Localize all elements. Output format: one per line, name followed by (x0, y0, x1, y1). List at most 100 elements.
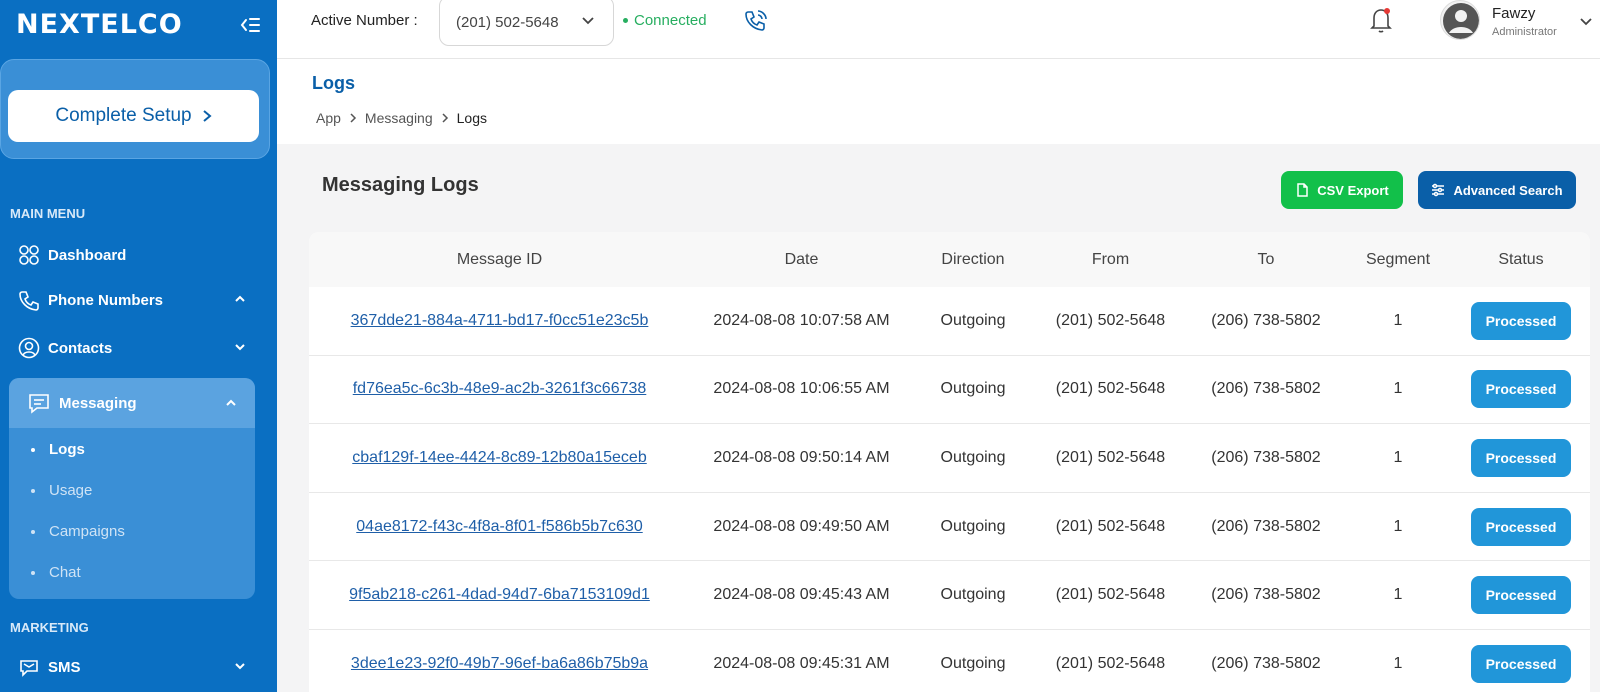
column-header-from[interactable]: From (1033, 251, 1188, 269)
chat-bubble-icon (29, 394, 49, 414)
table-row: 367dde21-884a-4711-bd17-f0cc51e23c5b 202… (309, 287, 1590, 356)
sidebar-item-messaging[interactable]: Messaging (9, 378, 255, 428)
segment-cell: 1 (1393, 380, 1403, 398)
user-name: Fawzy (1492, 5, 1536, 22)
table-row: 9f5ab218-c261-4dad-94d7-6ba7153109d1 202… (309, 561, 1590, 630)
status-badge: Processed (1471, 301, 1571, 340)
notification-bell-icon[interactable] (1369, 6, 1393, 34)
table-row: 04ae8172-f43c-4f8a-8f01-f586b5b7c630 202… (309, 493, 1590, 562)
date-cell: 2024-08-08 10:07:58 AM (713, 311, 890, 329)
message-id-link[interactable]: cbaf129f-14ee-4424-8c89-12b80a15eceb (352, 449, 646, 466)
file-icon (1297, 183, 1308, 197)
csv-export-label: CSV Export (1317, 182, 1389, 198)
date-cell: 2024-08-08 09:50:14 AM (713, 448, 890, 466)
direction-cell: Outgoing (940, 517, 1006, 535)
status-badge: Processed (1471, 370, 1571, 409)
sidebar-subitem-logs[interactable]: Logs (31, 441, 85, 458)
chevron-down-icon (235, 663, 245, 670)
message-id-link[interactable]: 367dde21-884a-4711-bd17-f0cc51e23c5b (351, 312, 649, 329)
breadcrumb-messaging[interactable]: Messaging (365, 110, 433, 126)
advanced-search-button[interactable]: Advanced Search (1418, 171, 1576, 209)
collapse-sidebar-icon[interactable] (240, 16, 260, 34)
from-cell: (201) 502-5648 (1055, 654, 1166, 672)
active-number-label: Active Number : (311, 12, 418, 29)
sidebar-subitem-usage[interactable]: Usage (31, 482, 92, 499)
sms-icon (20, 660, 38, 677)
breadcrumb-logs: Logs (456, 110, 487, 126)
direction-cell: Outgoing (940, 380, 1006, 398)
complete-setup-label: Complete Setup (55, 105, 192, 126)
from-cell: (201) 502-5648 (1055, 517, 1166, 535)
message-id-link[interactable]: 3dee1e23-92f0-49b7-96ef-ba6a86b75b9a (351, 655, 648, 672)
bullet-icon (31, 570, 35, 575)
sidebar-item-sms[interactable]: SMS (18, 652, 250, 682)
sidebar-item-dashboard[interactable]: Dashboard (18, 240, 250, 270)
chevron-right-icon (442, 113, 448, 123)
subitem-label: Campaigns (49, 523, 125, 540)
column-header-segment[interactable]: Segment (1344, 251, 1452, 269)
user-role: Administrator (1492, 26, 1557, 38)
bullet-icon (31, 529, 35, 534)
date-cell: 2024-08-08 10:06:55 AM (713, 380, 890, 398)
sidebar-item-label: SMS (48, 658, 81, 676)
subitem-label: Logs (49, 441, 85, 458)
segment-cell: 1 (1393, 448, 1403, 466)
logo-row: NEXTELCO (16, 10, 266, 40)
breadcrumb: App Messaging Logs (316, 110, 487, 126)
column-header-direction[interactable]: Direction (913, 251, 1033, 269)
logs-table: Message ID Date Direction From To Segmen… (309, 232, 1590, 692)
chevron-up-icon (226, 399, 236, 406)
connection-status-text: Connected (634, 12, 707, 29)
date-cell: 2024-08-08 09:45:31 AM (713, 654, 890, 672)
column-header-date[interactable]: Date (690, 251, 913, 269)
chevron-down-icon[interactable] (1579, 14, 1593, 28)
grid-icon (19, 245, 39, 265)
section-title: Messaging Logs (322, 174, 479, 196)
sidebar-item-label: Messaging (59, 394, 137, 412)
table-row: fd76ea5c-6c3b-48e9-ac2b-3261f3c66738 202… (309, 356, 1590, 425)
direction-cell: Outgoing (940, 311, 1006, 329)
status-badge: Processed (1471, 644, 1571, 683)
status-dot-icon (623, 18, 628, 23)
complete-setup-button[interactable]: Complete Setup (8, 90, 259, 142)
user-circle-icon (18, 337, 40, 359)
chevron-down-icon (235, 344, 245, 351)
top-bar: Active Number : (201) 502-5648 Connected… (277, 0, 1600, 59)
column-header-status[interactable]: Status (1452, 251, 1590, 269)
sidebar-subitem-chat[interactable]: Chat (31, 564, 81, 581)
phone-icon (19, 291, 39, 311)
from-cell: (201) 502-5648 (1055, 448, 1166, 466)
connection-status: Connected (623, 12, 707, 29)
sidebar: NEXTELCO Complete Setup MAIN MENU Dashbo… (0, 0, 277, 692)
date-cell: 2024-08-08 09:45:43 AM (713, 586, 890, 604)
chevron-right-icon (350, 113, 356, 123)
phone-call-icon[interactable] (743, 8, 769, 34)
to-cell: (206) 738-5802 (1211, 654, 1321, 672)
column-header-to[interactable]: To (1188, 251, 1344, 269)
table-row: 3dee1e23-92f0-49b7-96ef-ba6a86b75b9a 202… (309, 630, 1590, 692)
message-id-link[interactable]: 04ae8172-f43c-4f8a-8f01-f586b5b7c630 (356, 518, 642, 535)
to-cell: (206) 738-5802 (1211, 380, 1321, 398)
direction-cell: Outgoing (940, 654, 1006, 672)
message-id-link[interactable]: 9f5ab218-c261-4dad-94d7-6ba7153109d1 (349, 586, 650, 603)
breadcrumb-app[interactable]: App (316, 110, 341, 126)
page-title: Logs (312, 73, 355, 93)
sidebar-item-phone-numbers[interactable]: Phone Numbers (18, 285, 250, 315)
sidebar-subitem-campaigns[interactable]: Campaigns (31, 523, 125, 540)
sliders-icon (1432, 183, 1445, 197)
sidebar-item-contacts[interactable]: Contacts (18, 333, 250, 363)
column-header-message-id[interactable]: Message ID (309, 251, 690, 269)
from-cell: (201) 502-5648 (1055, 380, 1166, 398)
csv-export-button[interactable]: CSV Export (1281, 171, 1403, 209)
chevron-down-icon (582, 17, 594, 25)
advanced-search-label: Advanced Search (1453, 182, 1563, 198)
page-header: Logs App Messaging Logs (277, 59, 1600, 144)
active-number-select[interactable]: (201) 502-5648 (439, 0, 614, 46)
message-id-link[interactable]: fd76ea5c-6c3b-48e9-ac2b-3261f3c66738 (353, 380, 647, 397)
status-badge: Processed (1471, 576, 1571, 615)
direction-cell: Outgoing (940, 448, 1006, 466)
to-cell: (206) 738-5802 (1211, 311, 1321, 329)
segment-cell: 1 (1393, 654, 1403, 672)
chevron-right-icon (202, 110, 212, 122)
avatar[interactable] (1440, 0, 1480, 40)
